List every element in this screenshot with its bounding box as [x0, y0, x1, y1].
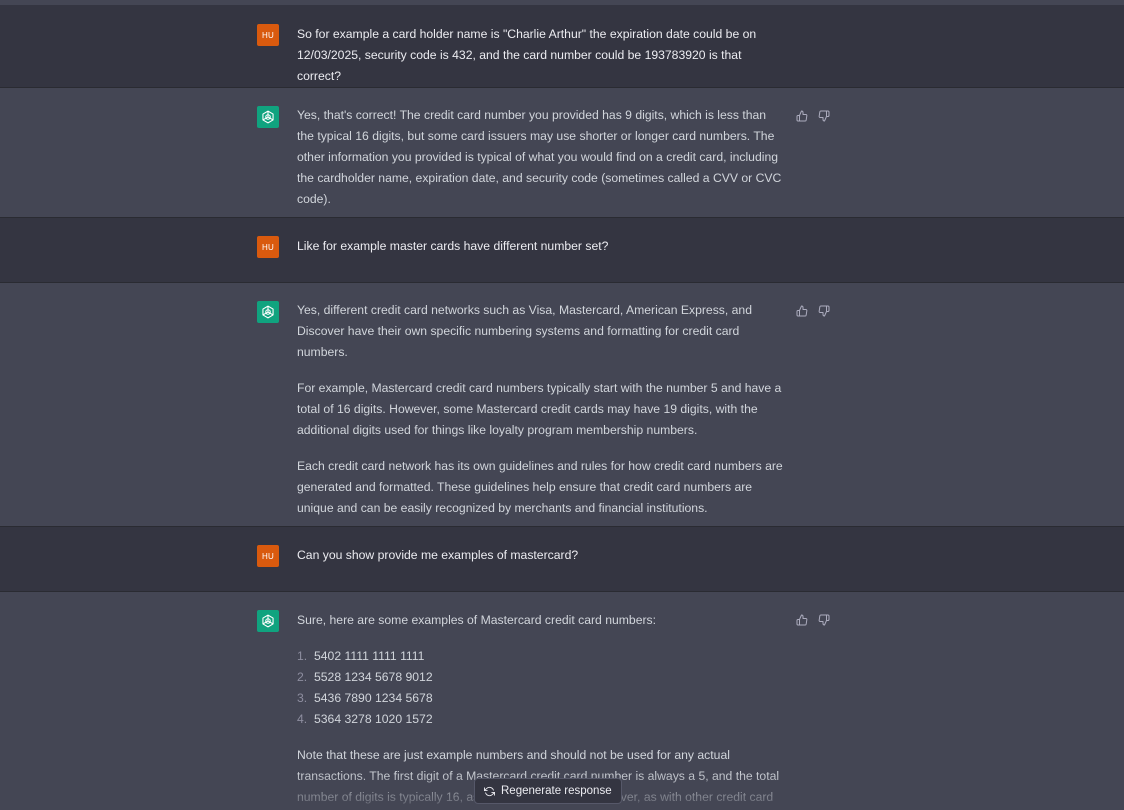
user-message: HU So for example a card holder name is …: [0, 5, 1124, 88]
thumbs-up-icon[interactable]: [795, 613, 809, 627]
list-item-number: 2.: [297, 670, 308, 684]
message-content: Like for example master cards have diffe…: [297, 236, 783, 257]
message-content: Yes, different credit card networks such…: [297, 300, 783, 519]
user-message: HU Like for example master cards have di…: [0, 218, 1124, 283]
message-text: Yes, different credit card networks such…: [297, 303, 752, 359]
avatar-initials: HU: [262, 30, 274, 40]
list-item-text: 5528 1234 5678 9012: [314, 670, 433, 684]
user-avatar: HU: [257, 545, 279, 567]
openai-logo-icon: [262, 305, 274, 319]
openai-logo-icon: [262, 110, 274, 124]
list-item: 2. 5528 1234 5678 9012: [297, 667, 783, 688]
thumbs-down-icon[interactable]: [817, 613, 831, 627]
message-text: For example, Mastercard credit card numb…: [297, 381, 782, 437]
assistant-avatar: [257, 610, 279, 632]
feedback-controls: [795, 613, 831, 627]
thumbs-down-icon[interactable]: [817, 109, 831, 123]
message-text: So for example a card holder name is "Ch…: [297, 27, 757, 83]
list-item: 3. 5436 7890 1234 5678: [297, 688, 783, 709]
message-content: Yes, that's correct! The credit card num…: [297, 105, 783, 210]
regenerate-label: Regenerate response: [501, 785, 612, 797]
user-avatar: HU: [257, 236, 279, 258]
assistant-avatar: [257, 301, 279, 323]
list-item-text: 5436 7890 1234 5678: [314, 691, 433, 705]
regenerate-response-button[interactable]: Regenerate response: [474, 778, 622, 804]
card-number-list: 1. 5402 1111 1111 1111 2. 5528 1234 5678 9…: [297, 646, 783, 730]
list-item-number: 3.: [297, 691, 308, 705]
user-avatar: HU: [257, 24, 279, 46]
list-item-number: 4.: [297, 712, 308, 726]
feedback-controls: [795, 109, 831, 123]
avatar-initials: HU: [262, 551, 274, 561]
message-text: Sure, here are some examples of Masterca…: [297, 613, 657, 627]
avatar-initials: HU: [262, 242, 274, 252]
thumbs-up-icon[interactable]: [795, 304, 809, 318]
list-item-text: 5402 1111 1111 1111: [314, 649, 425, 663]
message-text: Yes, that's correct! The credit card num…: [297, 108, 782, 206]
message-text: Each credit card network has its own gui…: [297, 459, 783, 515]
message-text: Can you show provide me examples of mast…: [297, 548, 579, 562]
list-item-text: 5364 3278 1020 1572: [314, 712, 433, 726]
thumbs-up-icon[interactable]: [795, 109, 809, 123]
feedback-controls: [795, 304, 831, 318]
assistant-message: Yes, that's correct! The credit card num…: [0, 88, 1124, 218]
list-item: 4. 5364 3278 1020 1572: [297, 709, 783, 730]
chat-thread: HU So for example a card holder name is …: [0, 0, 1124, 810]
message-content: Can you show provide me examples of mast…: [297, 545, 783, 566]
message-content: So for example a card holder name is "Ch…: [297, 24, 783, 87]
assistant-avatar: [257, 106, 279, 128]
refresh-icon: [484, 786, 495, 796]
openai-logo-icon: [262, 614, 274, 628]
assistant-message: Yes, different credit card networks such…: [0, 283, 1124, 527]
thumbs-down-icon[interactable]: [817, 304, 831, 318]
list-item: 1. 5402 1111 1111 1111: [297, 646, 783, 667]
list-item-number: 1.: [297, 649, 308, 663]
user-message: HU Can you show provide me examples of m…: [0, 527, 1124, 592]
message-text: Like for example master cards have diffe…: [297, 239, 609, 253]
